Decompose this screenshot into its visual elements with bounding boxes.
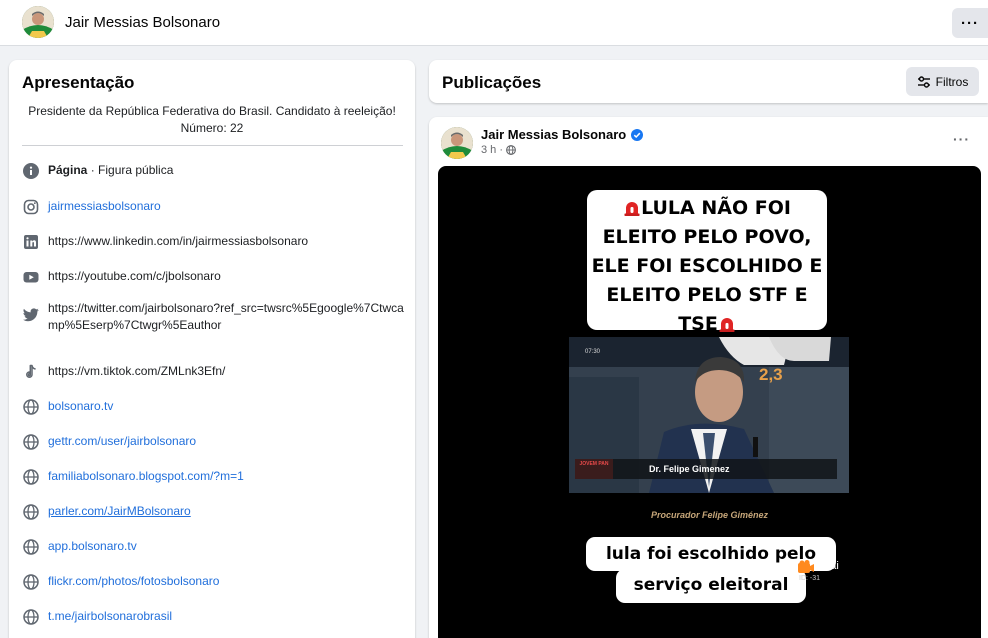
globe-icon xyxy=(22,538,40,556)
link-row[interactable]: t.me/jairbolsonarobrasil xyxy=(22,608,412,626)
headline-line: LULA NÃO FOI xyxy=(641,197,791,219)
post-author-avatar[interactable] xyxy=(441,127,473,159)
linkedin-link[interactable]: https://www.linkedin.com/in/jairmessiasb… xyxy=(48,233,308,250)
sliders-icon xyxy=(917,75,930,88)
post-options-button[interactable]: ··· xyxy=(953,131,970,147)
twitter-link[interactable]: https://twitter.com/jairbolsonaro?ref_sr… xyxy=(48,300,412,334)
publications-header: Publicações Filtros xyxy=(429,60,988,103)
kwai-label: Kwai xyxy=(815,560,839,572)
video-frame: 07:30 2,3 JOVEM PAN Dr. Felipe Gimenez xyxy=(569,337,849,493)
instagram-link[interactable]: jairmessiasbolsonaro xyxy=(48,198,161,215)
category-label: Página xyxy=(48,163,88,177)
link-row[interactable]: gettr.com/user/jairbolsonaro xyxy=(22,433,412,451)
verified-badge-icon xyxy=(631,128,644,141)
globe-icon xyxy=(22,468,40,486)
category-row: Página · Figura pública xyxy=(22,162,412,180)
globe-icon xyxy=(22,573,40,591)
headline-line: ELEITO PELO STF E xyxy=(606,284,808,306)
twitter-icon xyxy=(22,306,40,324)
website-link[interactable]: t.me/jairbolsonarobrasil xyxy=(48,608,172,625)
link-row[interactable]: parler.com/JairMBolsonaro xyxy=(22,503,412,521)
siren-icon xyxy=(719,318,735,332)
video-caption: Procurador Felipe Giménez xyxy=(650,510,769,520)
publications-title: Publicações xyxy=(442,73,542,92)
website-link[interactable]: parler.com/JairMBolsonaro xyxy=(48,503,191,520)
channel-logo: JOVEM PAN xyxy=(579,461,609,467)
intro-divider xyxy=(22,145,403,146)
intro-bio: Presidente da República Federativa do Br… xyxy=(28,104,396,135)
page-name[interactable]: Jair Messias Bolsonaro xyxy=(65,14,220,31)
intro-card: Apresentação Presidente da República Fed… xyxy=(9,60,415,638)
link-row[interactable]: flickr.com/photos/fotosbolsonaro xyxy=(22,573,412,591)
category-value: · Figura pública xyxy=(87,163,174,177)
kwai-id: ID: -31 xyxy=(799,575,821,582)
link-row[interactable]: app.bolsonaro.tv xyxy=(22,538,412,556)
post-card: Jair Messias Bolsonaro 3 h · ··· LULA NÃ… xyxy=(429,117,988,638)
youtube-icon xyxy=(22,268,40,286)
video-number: 2,3 xyxy=(759,365,783,384)
link-row[interactable]: familiabolsonaro.blogspot.com/?m=1 xyxy=(22,468,412,486)
instagram-icon xyxy=(22,198,40,216)
link-row[interactable]: bolsonaro.tv xyxy=(22,398,412,416)
profile-avatar[interactable] xyxy=(22,6,54,38)
siren-icon xyxy=(624,202,640,216)
website-link[interactable]: bolsonaro.tv xyxy=(48,398,113,415)
globe-icon xyxy=(506,145,516,155)
tiktok-icon xyxy=(22,363,40,381)
website-link[interactable]: gettr.com/user/jairbolsonaro xyxy=(48,433,196,450)
globe-icon xyxy=(22,433,40,451)
link-row[interactable]: https://twitter.com/jairbolsonaro?ref_sr… xyxy=(22,300,412,334)
lower-third-name: Dr. Felipe Gimenez xyxy=(649,464,730,474)
filters-button[interactable]: Filtros xyxy=(906,67,979,96)
globe-icon xyxy=(22,503,40,521)
linkedin-icon xyxy=(22,233,40,251)
headline-line: ELE FOI ESCOLHIDO E xyxy=(591,255,823,277)
link-row[interactable]: https://vm.tiktok.com/ZMLnk3Efn/ xyxy=(22,363,412,381)
globe-icon xyxy=(22,608,40,626)
post-author-name[interactable]: Jair Messias Bolsonaro xyxy=(481,127,626,142)
headline-line: ELEITO PELO POVO, xyxy=(602,226,812,248)
post-timestamp[interactable]: 3 h · xyxy=(481,144,516,156)
link-row[interactable]: https://youtube.com/c/jbolsonaro xyxy=(22,268,412,286)
headline-overlay: LULA NÃO FOI ELEITO PELO POVO, ELE FOI E… xyxy=(587,190,827,335)
youtube-link[interactable]: https://youtube.com/c/jbolsonaro xyxy=(48,268,221,285)
post-video[interactable]: LULA NÃO FOI ELEITO PELO POVO, ELE FOI E… xyxy=(438,166,981,638)
headline-line: TSE xyxy=(678,313,718,335)
website-link[interactable]: flickr.com/photos/fotosbolsonaro xyxy=(48,573,219,590)
intro-title: Apresentação xyxy=(22,73,135,92)
post-time-text[interactable]: 3 h · xyxy=(481,144,503,156)
globe-icon xyxy=(22,398,40,416)
website-link[interactable]: familiabolsonaro.blogspot.com/?m=1 xyxy=(48,468,244,485)
filters-label: Filtros xyxy=(935,74,969,89)
website-link[interactable]: app.bolsonaro.tv xyxy=(48,538,137,555)
kwai-watermark: Kwai ID: -31 xyxy=(793,560,853,600)
kwai-logo-icon xyxy=(798,560,814,573)
video-timestamp: 07:30 xyxy=(585,349,601,355)
more-options-button[interactable]: ··· xyxy=(952,8,988,38)
link-row[interactable]: jairmessiasbolsonaro xyxy=(22,198,412,216)
tiktok-link[interactable]: https://vm.tiktok.com/ZMLnk3Efn/ xyxy=(48,363,225,380)
post-author[interactable]: Jair Messias Bolsonaro xyxy=(481,127,644,142)
link-row[interactable]: https://www.linkedin.com/in/jairmessiasb… xyxy=(22,233,412,251)
info-icon xyxy=(22,162,40,180)
page-header: Jair Messias Bolsonaro ··· xyxy=(0,0,988,46)
bottom-overlay-line: serviço eleitoral xyxy=(616,569,806,603)
